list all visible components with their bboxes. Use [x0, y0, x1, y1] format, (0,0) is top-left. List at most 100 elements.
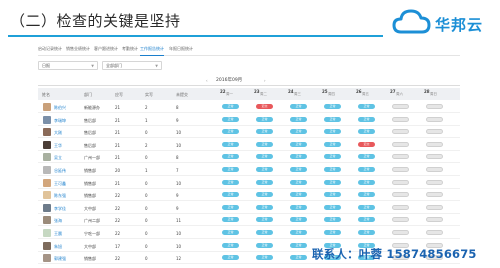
- status-badge[interactable]: 正常: [290, 179, 307, 185]
- status-badge[interactable]: [392, 167, 409, 172]
- status-badge[interactable]: [392, 230, 409, 235]
- status-badge[interactable]: 正常: [290, 230, 307, 235]
- tab-item[interactable]: 考勤统计: [122, 46, 138, 52]
- status-badge[interactable]: 正常: [358, 204, 375, 210]
- table-row[interactable]: 陈伯兴 新能源办 21 2 8 正常 迟交 正常 正常 正常: [38, 101, 460, 113]
- status-badge[interactable]: 正常: [222, 141, 239, 147]
- table-row[interactable]: 陈东强 销售部 22 0 9 正常 正常 正常 正常 正常: [38, 189, 460, 202]
- status-badge[interactable]: 正常: [358, 129, 375, 135]
- status-badge[interactable]: 正常: [290, 116, 307, 122]
- table-row[interactable]: 大刚 售后部 21 0 10 正常 正常 正常 正常 正常: [38, 126, 460, 139]
- status-badge[interactable]: [426, 192, 443, 198]
- status-badge[interactable]: 迟交: [256, 104, 273, 109]
- status-badge[interactable]: 正常: [324, 116, 341, 122]
- status-badge[interactable]: [392, 141, 409, 147]
- status-badge[interactable]: 正常: [256, 141, 273, 147]
- status-badge[interactable]: [426, 179, 443, 185]
- status-badge[interactable]: 正常: [290, 154, 307, 160]
- status-badge[interactable]: 正常: [222, 255, 239, 261]
- status-badge[interactable]: 正常: [358, 217, 375, 223]
- employee-name[interactable]: 大刚: [54, 130, 62, 136]
- employee-name[interactable]: 王可鑫: [54, 181, 66, 187]
- status-badge[interactable]: 正常: [290, 167, 307, 172]
- status-badge[interactable]: 正常: [358, 192, 375, 198]
- status-badge[interactable]: [426, 204, 443, 210]
- status-badge[interactable]: 正常: [290, 104, 307, 109]
- table-row[interactable]: 吴立 广州一部 21 0 8 正常 正常 正常 正常 正常: [38, 151, 460, 164]
- employee-name[interactable]: 陈伯兴: [54, 105, 66, 111]
- employee-name[interactable]: 谷延伟: [54, 168, 66, 174]
- next-month-button[interactable]: ›: [264, 78, 266, 83]
- status-badge[interactable]: 正常: [290, 141, 307, 147]
- status-badge[interactable]: 正常: [256, 179, 273, 185]
- status-badge[interactable]: 正常: [358, 230, 375, 235]
- status-badge[interactable]: [426, 167, 443, 172]
- status-badge[interactable]: 正常: [358, 167, 375, 172]
- prev-month-button[interactable]: ‹: [206, 78, 208, 83]
- table-row[interactable]: 李学佳 大中部 22 0 9 正常 正常 正常 正常 正常: [38, 202, 460, 214]
- employee-name[interactable]: 王晨: [54, 231, 62, 237]
- tab-item[interactable]: 年报日报统计: [169, 46, 193, 52]
- status-badge[interactable]: 正常: [222, 154, 239, 160]
- status-badge[interactable]: 正常: [222, 179, 239, 185]
- table-row[interactable]: 张海 广州二部 22 0 11 正常 正常 正常 正常 正常: [38, 214, 460, 227]
- tab-item[interactable]: 启动记录统计: [38, 46, 62, 52]
- status-badge[interactable]: 正常: [290, 192, 307, 198]
- status-badge[interactable]: 正常: [256, 116, 273, 122]
- status-badge[interactable]: [426, 141, 443, 147]
- status-badge[interactable]: 迟交: [358, 141, 375, 147]
- status-badge[interactable]: 正常: [222, 204, 239, 210]
- status-badge[interactable]: 正常: [222, 242, 239, 248]
- status-badge[interactable]: 正常: [222, 230, 239, 235]
- employee-name[interactable]: 李学佳: [54, 206, 66, 212]
- status-badge[interactable]: 正常: [358, 179, 375, 185]
- status-badge[interactable]: 正常: [256, 217, 273, 223]
- status-badge[interactable]: [392, 204, 409, 210]
- status-badge[interactable]: 正常: [358, 116, 375, 122]
- table-row[interactable]: 王晨 宁吃一部 22 0 10 正常 正常 正常 正常 正常: [38, 227, 460, 239]
- status-badge[interactable]: 正常: [256, 242, 273, 248]
- status-badge[interactable]: [392, 154, 409, 160]
- status-badge[interactable]: 正常: [290, 129, 307, 135]
- status-badge[interactable]: [392, 104, 409, 109]
- status-badge[interactable]: 正常: [324, 192, 341, 198]
- employee-name[interactable]: 吴立: [54, 155, 62, 161]
- tab-item[interactable]: 销售业绩统计: [66, 46, 90, 52]
- status-badge[interactable]: [392, 217, 409, 223]
- employee-name[interactable]: 郭建强: [54, 256, 66, 262]
- status-badge[interactable]: 正常: [222, 167, 239, 172]
- status-badge[interactable]: 正常: [324, 154, 341, 160]
- status-badge[interactable]: 正常: [256, 192, 273, 198]
- status-badge[interactable]: 正常: [256, 255, 273, 261]
- employee-name[interactable]: 李瑞坤: [54, 118, 66, 124]
- status-badge[interactable]: [426, 230, 443, 235]
- status-badge[interactable]: [426, 129, 443, 135]
- table-row[interactable]: 谷延伟 销售部 20 1 7 正常 正常 正常 正常 正常: [38, 164, 460, 176]
- status-badge[interactable]: [392, 129, 409, 135]
- employee-name[interactable]: 张海: [54, 218, 62, 224]
- status-badge[interactable]: 正常: [290, 217, 307, 223]
- status-badge[interactable]: 正常: [222, 129, 239, 135]
- status-badge[interactable]: 正常: [256, 154, 273, 160]
- status-badge[interactable]: 正常: [222, 217, 239, 223]
- status-badge[interactable]: 正常: [222, 104, 239, 109]
- status-badge[interactable]: 正常: [324, 129, 341, 135]
- tab-item[interactable]: 客户跟进统计: [94, 46, 118, 52]
- department-select[interactable]: 全部部门 ▼: [102, 61, 162, 70]
- status-badge[interactable]: 正常: [222, 192, 239, 198]
- status-badge[interactable]: [426, 217, 443, 223]
- status-badge[interactable]: 正常: [324, 167, 341, 172]
- status-badge[interactable]: 正常: [358, 104, 375, 109]
- status-badge[interactable]: 正常: [222, 116, 239, 122]
- table-row[interactable]: 王可鑫 销售部 21 0 10 正常 正常 正常 正常 正常: [38, 177, 460, 189]
- status-badge[interactable]: 正常: [324, 204, 341, 210]
- status-badge[interactable]: 正常: [358, 154, 375, 160]
- table-row[interactable]: 王华 售后部 21 2 10 正常 正常 正常 正常 迟交: [38, 139, 460, 151]
- status-badge[interactable]: 正常: [324, 141, 341, 147]
- status-badge[interactable]: 正常: [324, 217, 341, 223]
- employee-name[interactable]: 朱旭: [54, 244, 62, 250]
- status-badge[interactable]: [392, 179, 409, 185]
- employee-name[interactable]: 陈东强: [54, 193, 66, 199]
- status-badge[interactable]: 正常: [290, 204, 307, 210]
- status-badge[interactable]: [426, 104, 443, 109]
